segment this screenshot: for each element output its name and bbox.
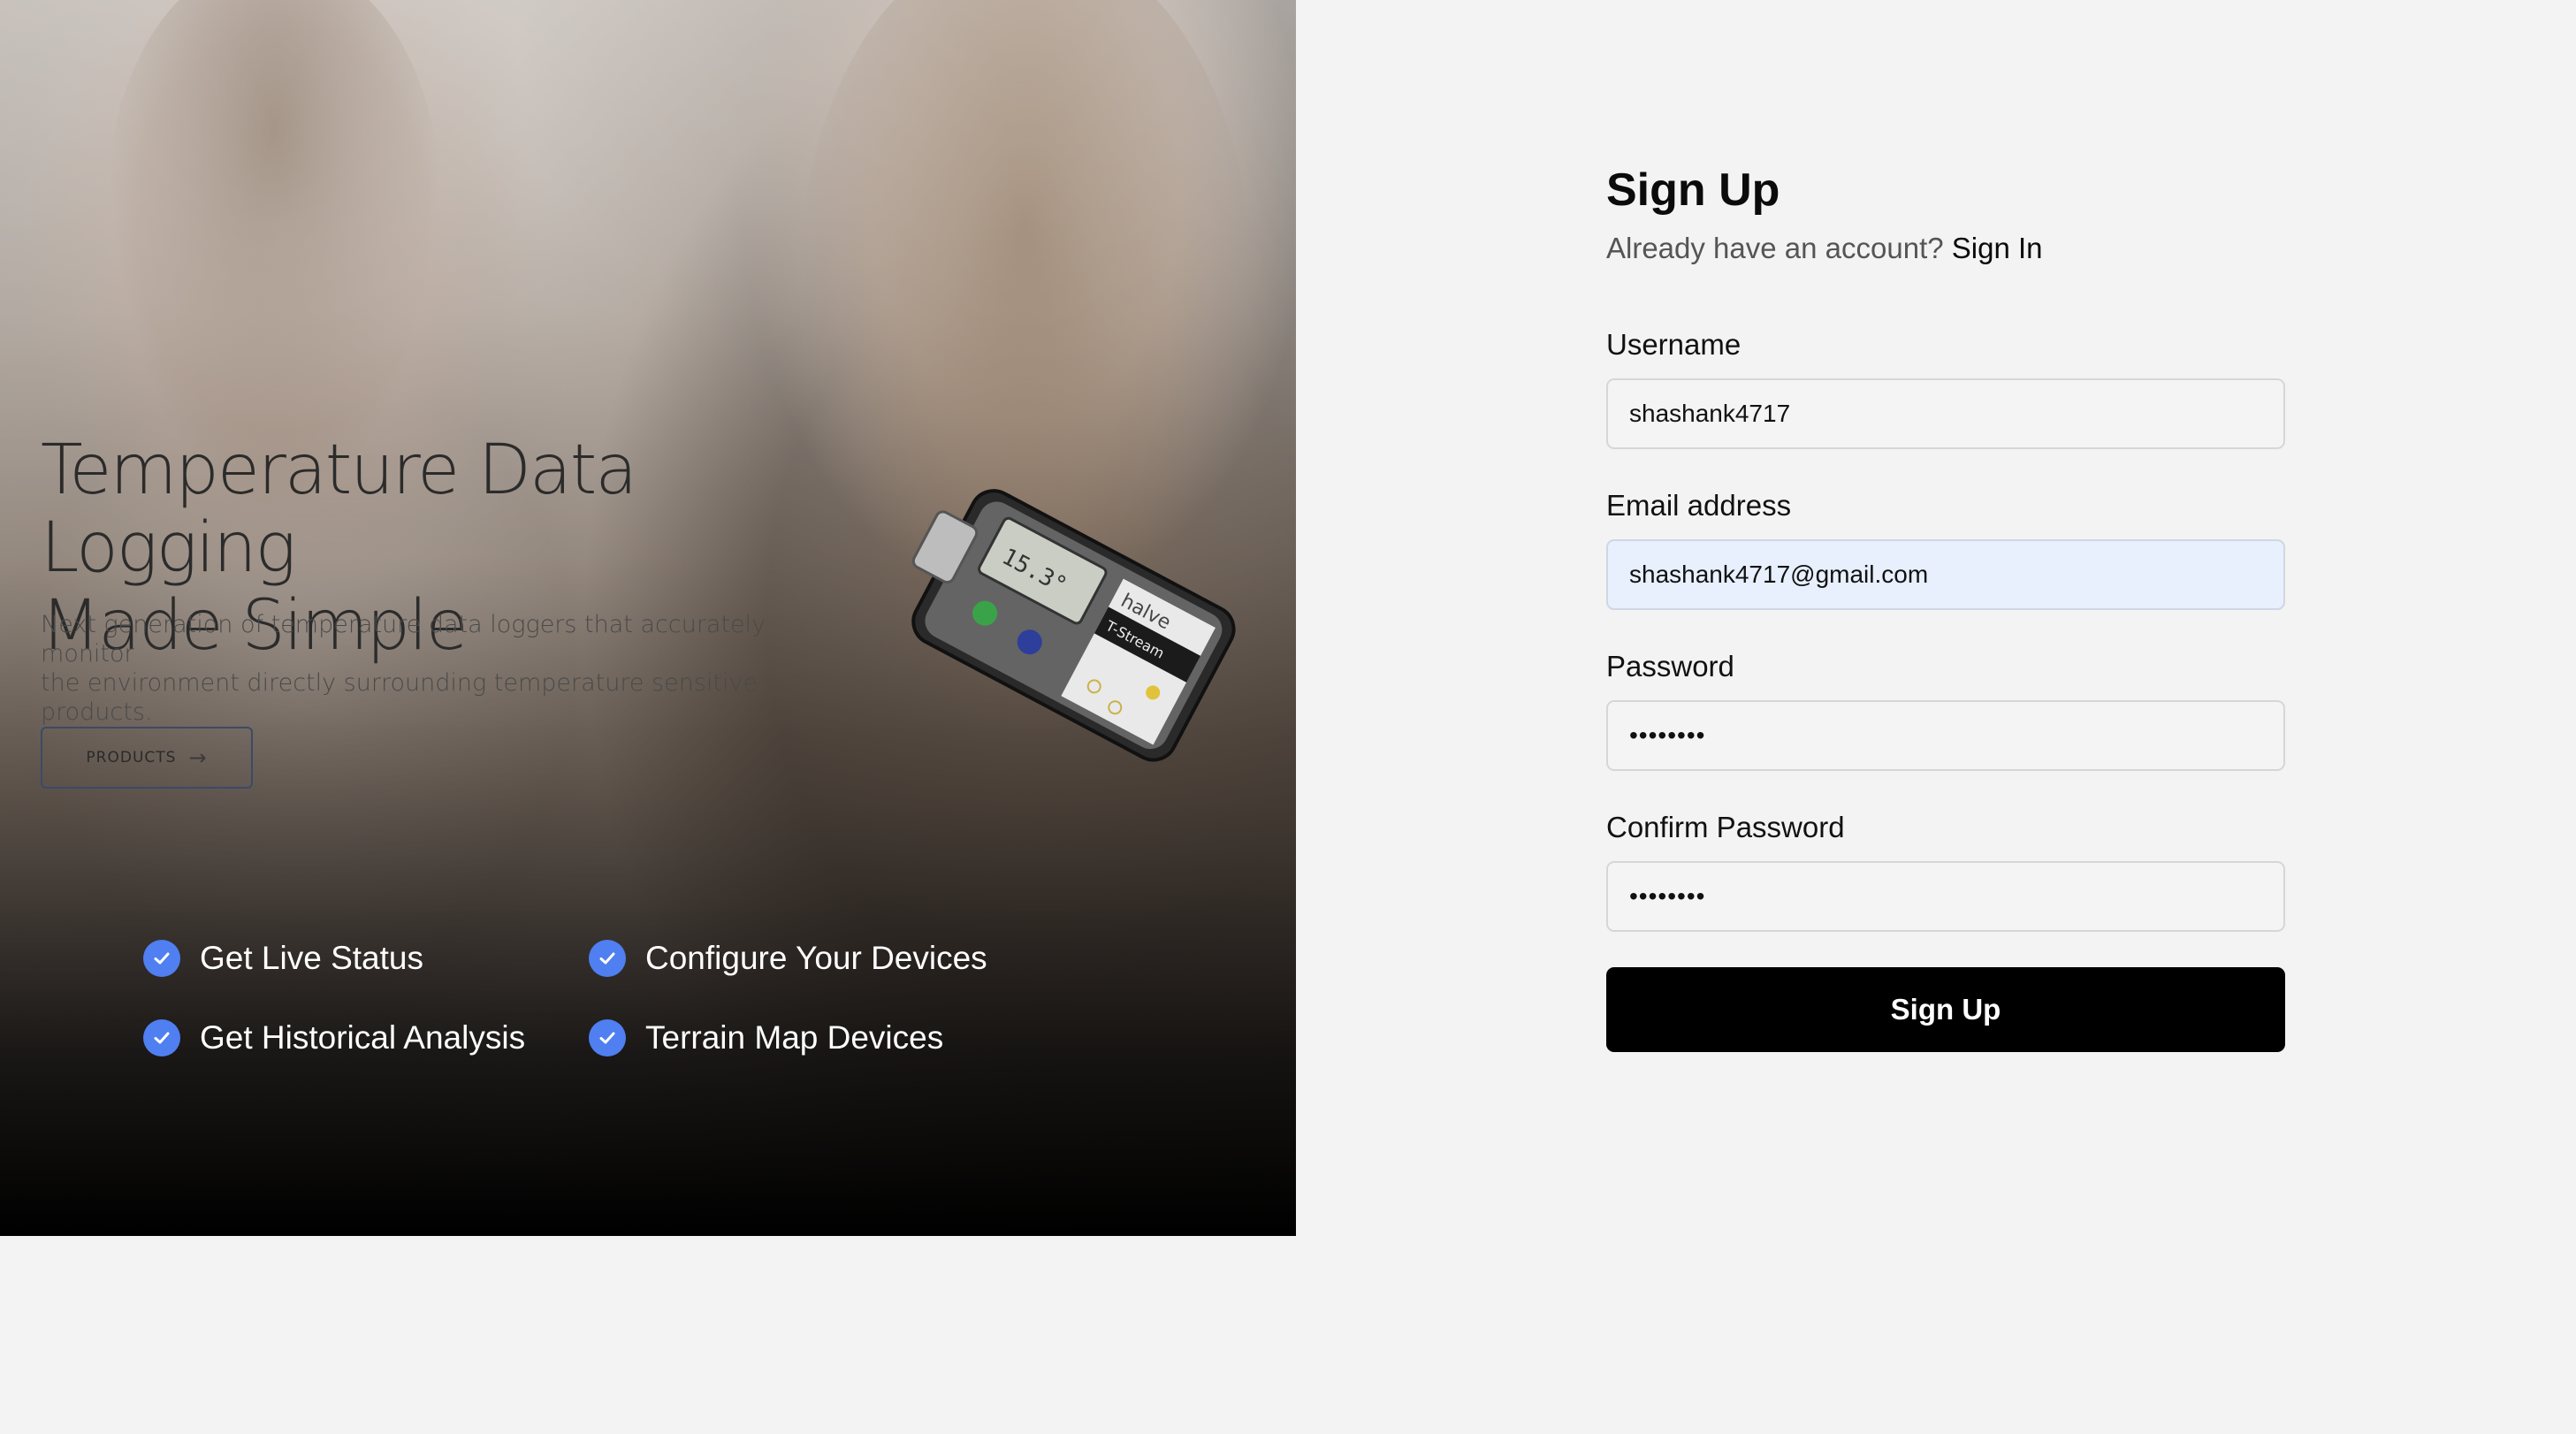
data-logger-device-image: 15.3° halve T-Stream (911, 489, 1236, 762)
username-label: Username (1606, 328, 1741, 361)
email-group: Email address (1606, 488, 2285, 610)
hero-subtitle-line2: the environment directly surrounding tem… (41, 669, 758, 726)
account-prompt-text: Already have an account? (1606, 232, 1944, 264)
signup-form: Sign Up Already have an account? Sign In… (1606, 161, 2285, 1052)
confirm-password-group: Confirm Password (1606, 810, 2285, 932)
username-field[interactable] (1606, 378, 2285, 449)
feature-label: Get Live Status (200, 940, 423, 976)
email-label: Email address (1606, 489, 1792, 522)
email-field[interactable] (1606, 539, 2285, 610)
products-button-label: PRODUCTS (86, 749, 177, 767)
arrow-right-icon: → (188, 745, 208, 770)
feature-label: Configure Your Devices (645, 940, 987, 976)
signin-prompt: Already have an account? Sign In (1606, 230, 2285, 267)
password-group: Password (1606, 649, 2285, 771)
password-label: Password (1606, 650, 1734, 683)
confirm-password-field[interactable] (1606, 861, 2285, 932)
hero-subtitle: Next generation of temperature data logg… (41, 610, 836, 727)
hero-panel: Temperature Data Logging Made Simple Nex… (0, 0, 1296, 1236)
feature-item: Get Live Status (143, 939, 589, 978)
confirm-password-label: Confirm Password (1606, 811, 1845, 843)
feature-item: Terrain Map Devices (589, 1018, 1013, 1057)
feature-item: Configure Your Devices (589, 939, 1013, 978)
feature-label: Get Historical Analysis (200, 1019, 526, 1056)
check-circle-icon (143, 940, 180, 977)
username-group: Username (1606, 327, 2285, 449)
check-circle-icon (143, 1019, 180, 1056)
page-title: Sign Up (1606, 164, 1780, 216)
check-circle-icon (589, 1019, 626, 1056)
password-field[interactable] (1606, 700, 2285, 771)
check-circle-icon (589, 940, 626, 977)
hero-title-line1: Temperature Data Logging (41, 431, 637, 588)
feature-label: Terrain Map Devices (645, 1019, 944, 1056)
signin-link[interactable]: Sign In (1952, 232, 2043, 264)
products-button[interactable]: PRODUCTS → (41, 727, 253, 789)
feature-list: Get Live Status Configure Your Devices G… (143, 939, 1013, 1057)
feature-item: Get Historical Analysis (143, 1018, 589, 1057)
hero-subtitle-line1: Next generation of temperature data logg… (41, 611, 766, 667)
signup-button[interactable]: Sign Up (1606, 967, 2285, 1052)
